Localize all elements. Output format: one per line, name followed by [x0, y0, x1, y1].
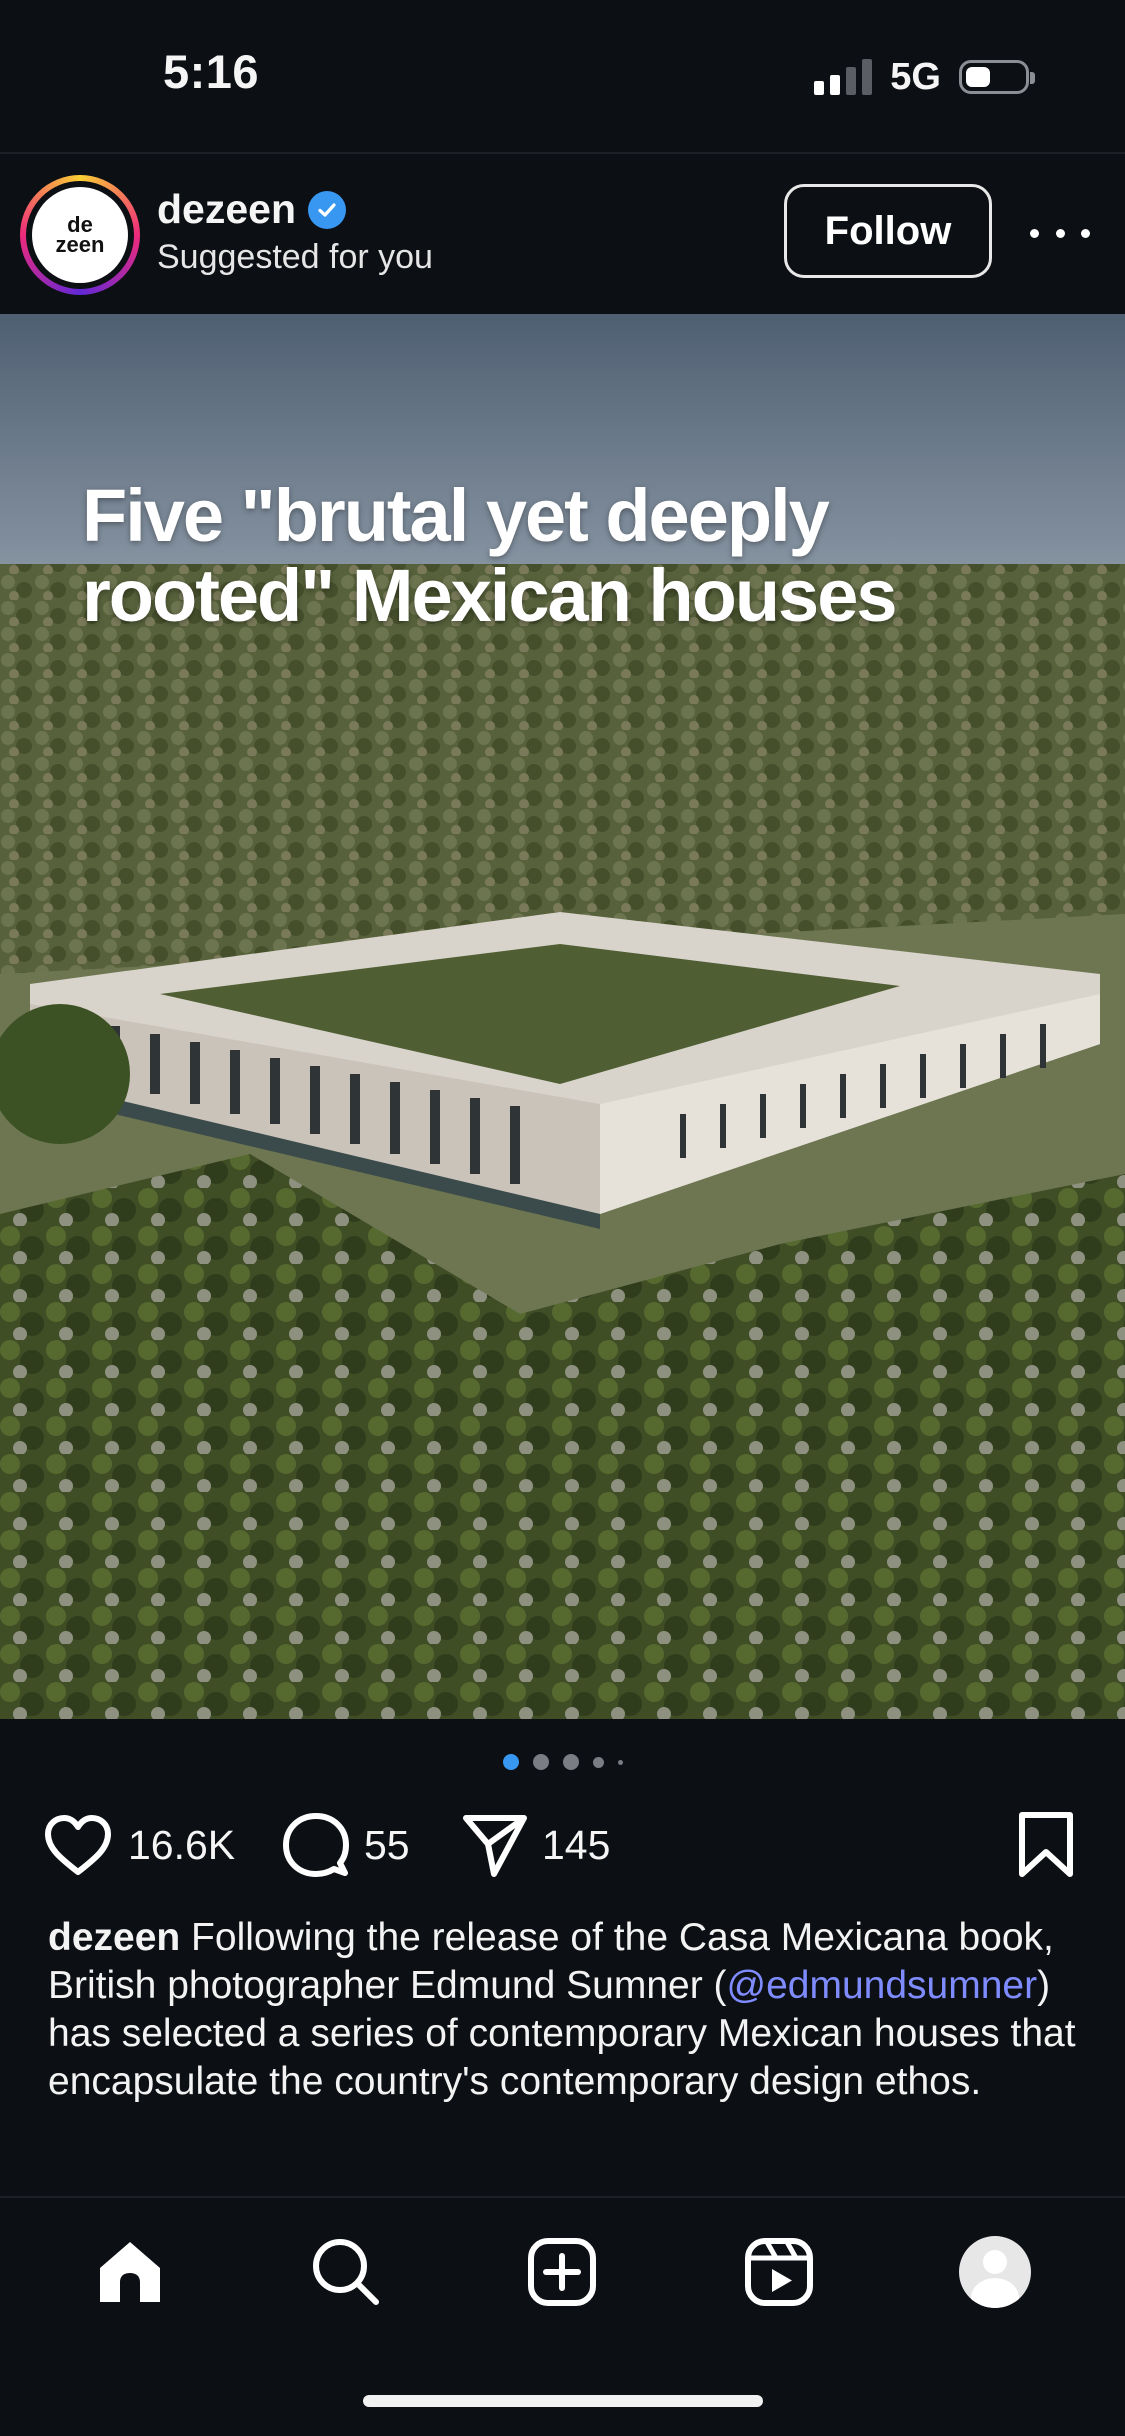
post-image[interactable]: Five "brutal yet deeply rooted" Mexican … [0, 314, 1125, 1719]
send-icon[interactable] [460, 1812, 528, 1878]
comment-icon[interactable] [282, 1811, 350, 1879]
like-count: 16.6K [128, 1821, 236, 1868]
comment-action[interactable]: 55 [282, 1805, 410, 1885]
carousel-indicator [0, 1754, 1125, 1770]
signal-icon [814, 59, 873, 95]
carousel-dot [502, 1754, 519, 1770]
create-icon[interactable] [526, 2236, 598, 2308]
profile-avatar[interactable] [958, 2236, 1031, 2308]
search-icon[interactable] [310, 2236, 382, 2308]
battery-icon [959, 60, 1035, 94]
reels-icon[interactable] [743, 2236, 815, 2308]
home-indicator[interactable] [363, 2395, 763, 2407]
nav-create[interactable] [502, 2212, 622, 2332]
caption-mention-link[interactable]: @edmundsumner [727, 1964, 1038, 2007]
share-action[interactable]: 145 [460, 1805, 610, 1885]
post-username[interactable]: dezeen [157, 186, 346, 233]
share-count: 145 [542, 1821, 611, 1868]
nav-search[interactable] [286, 2212, 406, 2332]
more-options-icon[interactable] [1030, 213, 1090, 253]
bookmark-icon[interactable] [1016, 1810, 1076, 1880]
carousel-dot [617, 1759, 623, 1765]
carousel-dot [562, 1754, 579, 1770]
suggested-label: Suggested for you [157, 238, 433, 276]
bottom-nav [0, 2196, 1125, 2346]
like-action[interactable]: 16.6K [42, 1805, 235, 1885]
nav-home[interactable] [70, 2212, 190, 2332]
post-headline: Five "brutal yet deeply rooted" Mexican … [82, 474, 898, 637]
carousel-dot [592, 1756, 604, 1768]
header-divider [0, 152, 1125, 154]
comment-count: 55 [364, 1821, 410, 1868]
nav-reels[interactable] [719, 2212, 839, 2332]
status-time: 5:16 [163, 45, 260, 98]
carousel-dot [532, 1754, 549, 1770]
nav-profile[interactable] [935, 2212, 1055, 2332]
dezeen-logo: de zeen [32, 187, 128, 283]
avatar[interactable]: de zeen [20, 175, 140, 295]
post-caption: dezeen Following the release of the Casa… [48, 1914, 1088, 2106]
status-indicators: 5G [814, 54, 1035, 100]
network-label: 5G [890, 55, 941, 98]
follow-button[interactable]: Follow [784, 184, 992, 278]
heart-icon[interactable] [42, 1812, 114, 1878]
caption-username[interactable]: dezeen [48, 1916, 180, 1959]
username-label: dezeen [157, 186, 296, 232]
verified-badge-icon [308, 190, 346, 229]
home-icon[interactable] [94, 2238, 166, 2306]
